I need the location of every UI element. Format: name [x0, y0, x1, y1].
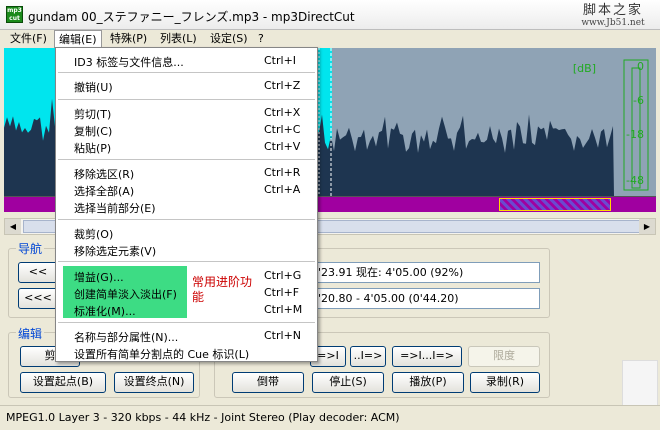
- menu-item-gain[interactable]: 增益(G)... Ctrl+G: [56, 267, 317, 284]
- db-tick-0: 0: [637, 60, 644, 73]
- menu-item-select-current[interactable]: 选择当前部分(E): [56, 198, 317, 215]
- status-text: MPEG1.0 Layer 3 - 320 kbps - 44 kHz - Jo…: [6, 411, 400, 424]
- menu-item-label: 撤销(U): [74, 81, 113, 94]
- db-tick-18: -18: [626, 128, 644, 141]
- menu-item-part-properties[interactable]: 名称与部分属性(N)... Ctrl+N: [56, 327, 317, 344]
- edit-dropdown-menu: 常用进阶功能 ID3 标签与文件信息... Ctrl+I 撤销(U) Ctrl+…: [55, 47, 318, 362]
- db-tick-48: -48: [626, 174, 644, 187]
- menu-item-label: 剪切(T): [74, 108, 112, 121]
- record-button[interactable]: 录制(R): [470, 372, 540, 393]
- menu-item-remove-selection[interactable]: 移除选区(R) Ctrl+R: [56, 164, 317, 181]
- menu-list[interactable]: 列表(L): [156, 30, 201, 48]
- level-meter: [623, 59, 649, 191]
- menu-separator: [58, 99, 315, 100]
- app-icon: mp3 cut: [6, 6, 23, 23]
- back-fast-button[interactable]: <<<: [18, 288, 58, 309]
- back-button[interactable]: <<: [18, 262, 58, 283]
- nav-group-title: 导航: [16, 240, 45, 257]
- menu-item-label: 移除选区(R): [74, 168, 135, 181]
- menu-item-label: 粘贴(P): [74, 142, 112, 155]
- time-info-field: 4'23.91 现在: 4'05.00 (92%): [306, 262, 540, 283]
- menu-item-shortcut: Ctrl+X: [264, 106, 301, 119]
- db-label: [dB]: [572, 62, 596, 75]
- watermark: 脚本之家 www.Jb51.net: [566, 4, 660, 30]
- menu-item-label: 增益(G)...: [74, 271, 124, 284]
- menu-item-shortcut: Ctrl+C: [264, 123, 301, 136]
- watermark-line2: www.Jb51.net: [581, 18, 645, 28]
- menu-item-shortcut: Ctrl+V: [264, 140, 301, 153]
- menu-item-label: 名称与部分属性(N)...: [74, 331, 179, 344]
- db-tick-6: -6: [633, 94, 644, 107]
- play-button[interactable]: 播放(P): [392, 372, 464, 393]
- menu-separator: [58, 72, 315, 73]
- menu-item-label: 裁剪(O): [74, 228, 114, 241]
- menu-item-shortcut: Ctrl+I: [264, 54, 297, 67]
- menu-item-fade[interactable]: 创建简单淡入淡出(F) Ctrl+F: [56, 284, 317, 301]
- menu-item-copy[interactable]: 复制(C) Ctrl+C: [56, 121, 317, 138]
- menu-item-shortcut: Ctrl+G: [264, 269, 302, 282]
- menu-item-shortcut: Ctrl+N: [264, 329, 302, 342]
- menu-special[interactable]: 特殊(P): [106, 30, 151, 48]
- selection-info-field: 4'20.80 - 4'05.00 (0'44.20): [306, 288, 540, 309]
- stop-button[interactable]: 停止(S): [312, 372, 384, 393]
- menu-help[interactable]: ?: [254, 30, 268, 48]
- menu-separator: [58, 159, 315, 160]
- menu-item-cut[interactable]: 剪切(T) Ctrl+X: [56, 104, 317, 121]
- title-bar: mp3 cut gundam 00_ステファニー_フレンズ.mp3 - mp3Di…: [0, 0, 660, 30]
- menu-item-set-cue-markers[interactable]: 设置所有简单分割点的 Cue 标识(L): [56, 344, 317, 361]
- menu-item-shortcut: Ctrl+M: [264, 303, 303, 316]
- menu-separator: [58, 219, 315, 220]
- status-bar: MPEG1.0 Layer 3 - 320 kbps - 44 kHz - Jo…: [0, 405, 660, 430]
- scroll-right-icon[interactable]: ▶: [639, 219, 655, 234]
- menu-item-label: 创建简单淡入淡出(F): [74, 288, 177, 301]
- menu-item-undo[interactable]: 撤销(U) Ctrl+Z: [56, 77, 317, 94]
- menu-item-id3-info[interactable]: ID3 标签与文件信息... Ctrl+I: [56, 52, 317, 69]
- menu-item-paste[interactable]: 粘贴(P) Ctrl+V: [56, 138, 317, 155]
- menu-settings[interactable]: 设定(S): [206, 30, 252, 48]
- menu-item-label: 选择当前部分(E): [74, 202, 156, 215]
- watermark-line1: 脚本之家: [582, 3, 643, 18]
- selection-range-marker[interactable]: [499, 198, 611, 211]
- menu-item-label: 选择全部(A): [74, 185, 135, 198]
- edit-group-title: 编辑: [16, 325, 45, 342]
- next-cue-button[interactable]: ..I=>: [350, 346, 386, 367]
- set-start-button[interactable]: 设置起点(B): [20, 372, 106, 393]
- scroll-left-icon[interactable]: ◀: [5, 219, 21, 234]
- menu-file[interactable]: 文件(F): [6, 30, 51, 48]
- menu-item-label: 移除选定元素(V): [74, 245, 157, 258]
- menu-separator: [58, 261, 315, 262]
- menu-item-remove-elements[interactable]: 移除选定元素(V): [56, 241, 317, 258]
- menu-bar: 文件(F) 编辑(E) 特殊(P) 列表(L) 设定(S) ?: [0, 30, 660, 50]
- menu-item-shortcut: Ctrl+Z: [264, 79, 301, 92]
- set-end-button[interactable]: 设置终点(N): [114, 372, 194, 393]
- menu-item-label: 复制(C): [74, 125, 113, 138]
- limit-button[interactable]: 限度: [468, 346, 540, 367]
- menu-item-label: 标准化(M)...: [74, 305, 136, 318]
- menu-item-label: ID3 标签与文件信息...: [74, 56, 184, 69]
- play-selection-button[interactable]: =>I...I=>: [392, 346, 462, 367]
- menu-separator: [58, 322, 315, 323]
- menu-item-select-all[interactable]: 选择全部(A) Ctrl+A: [56, 181, 317, 198]
- rewind-button[interactable]: 倒带: [232, 372, 304, 393]
- menu-item-shortcut: Ctrl+R: [264, 166, 301, 179]
- menu-item-crop[interactable]: 裁剪(O): [56, 224, 317, 241]
- menu-item-shortcut: Ctrl+A: [264, 183, 301, 196]
- menu-item-label: 设置所有简单分割点的 Cue 标识(L): [74, 348, 250, 361]
- window-title: gundam 00_ステファニー_フレンズ.mp3 - mp3DirectCut: [28, 10, 355, 24]
- menu-item-normalize[interactable]: 标准化(M)... Ctrl+M: [56, 301, 317, 318]
- menu-item-shortcut: Ctrl+F: [264, 286, 300, 299]
